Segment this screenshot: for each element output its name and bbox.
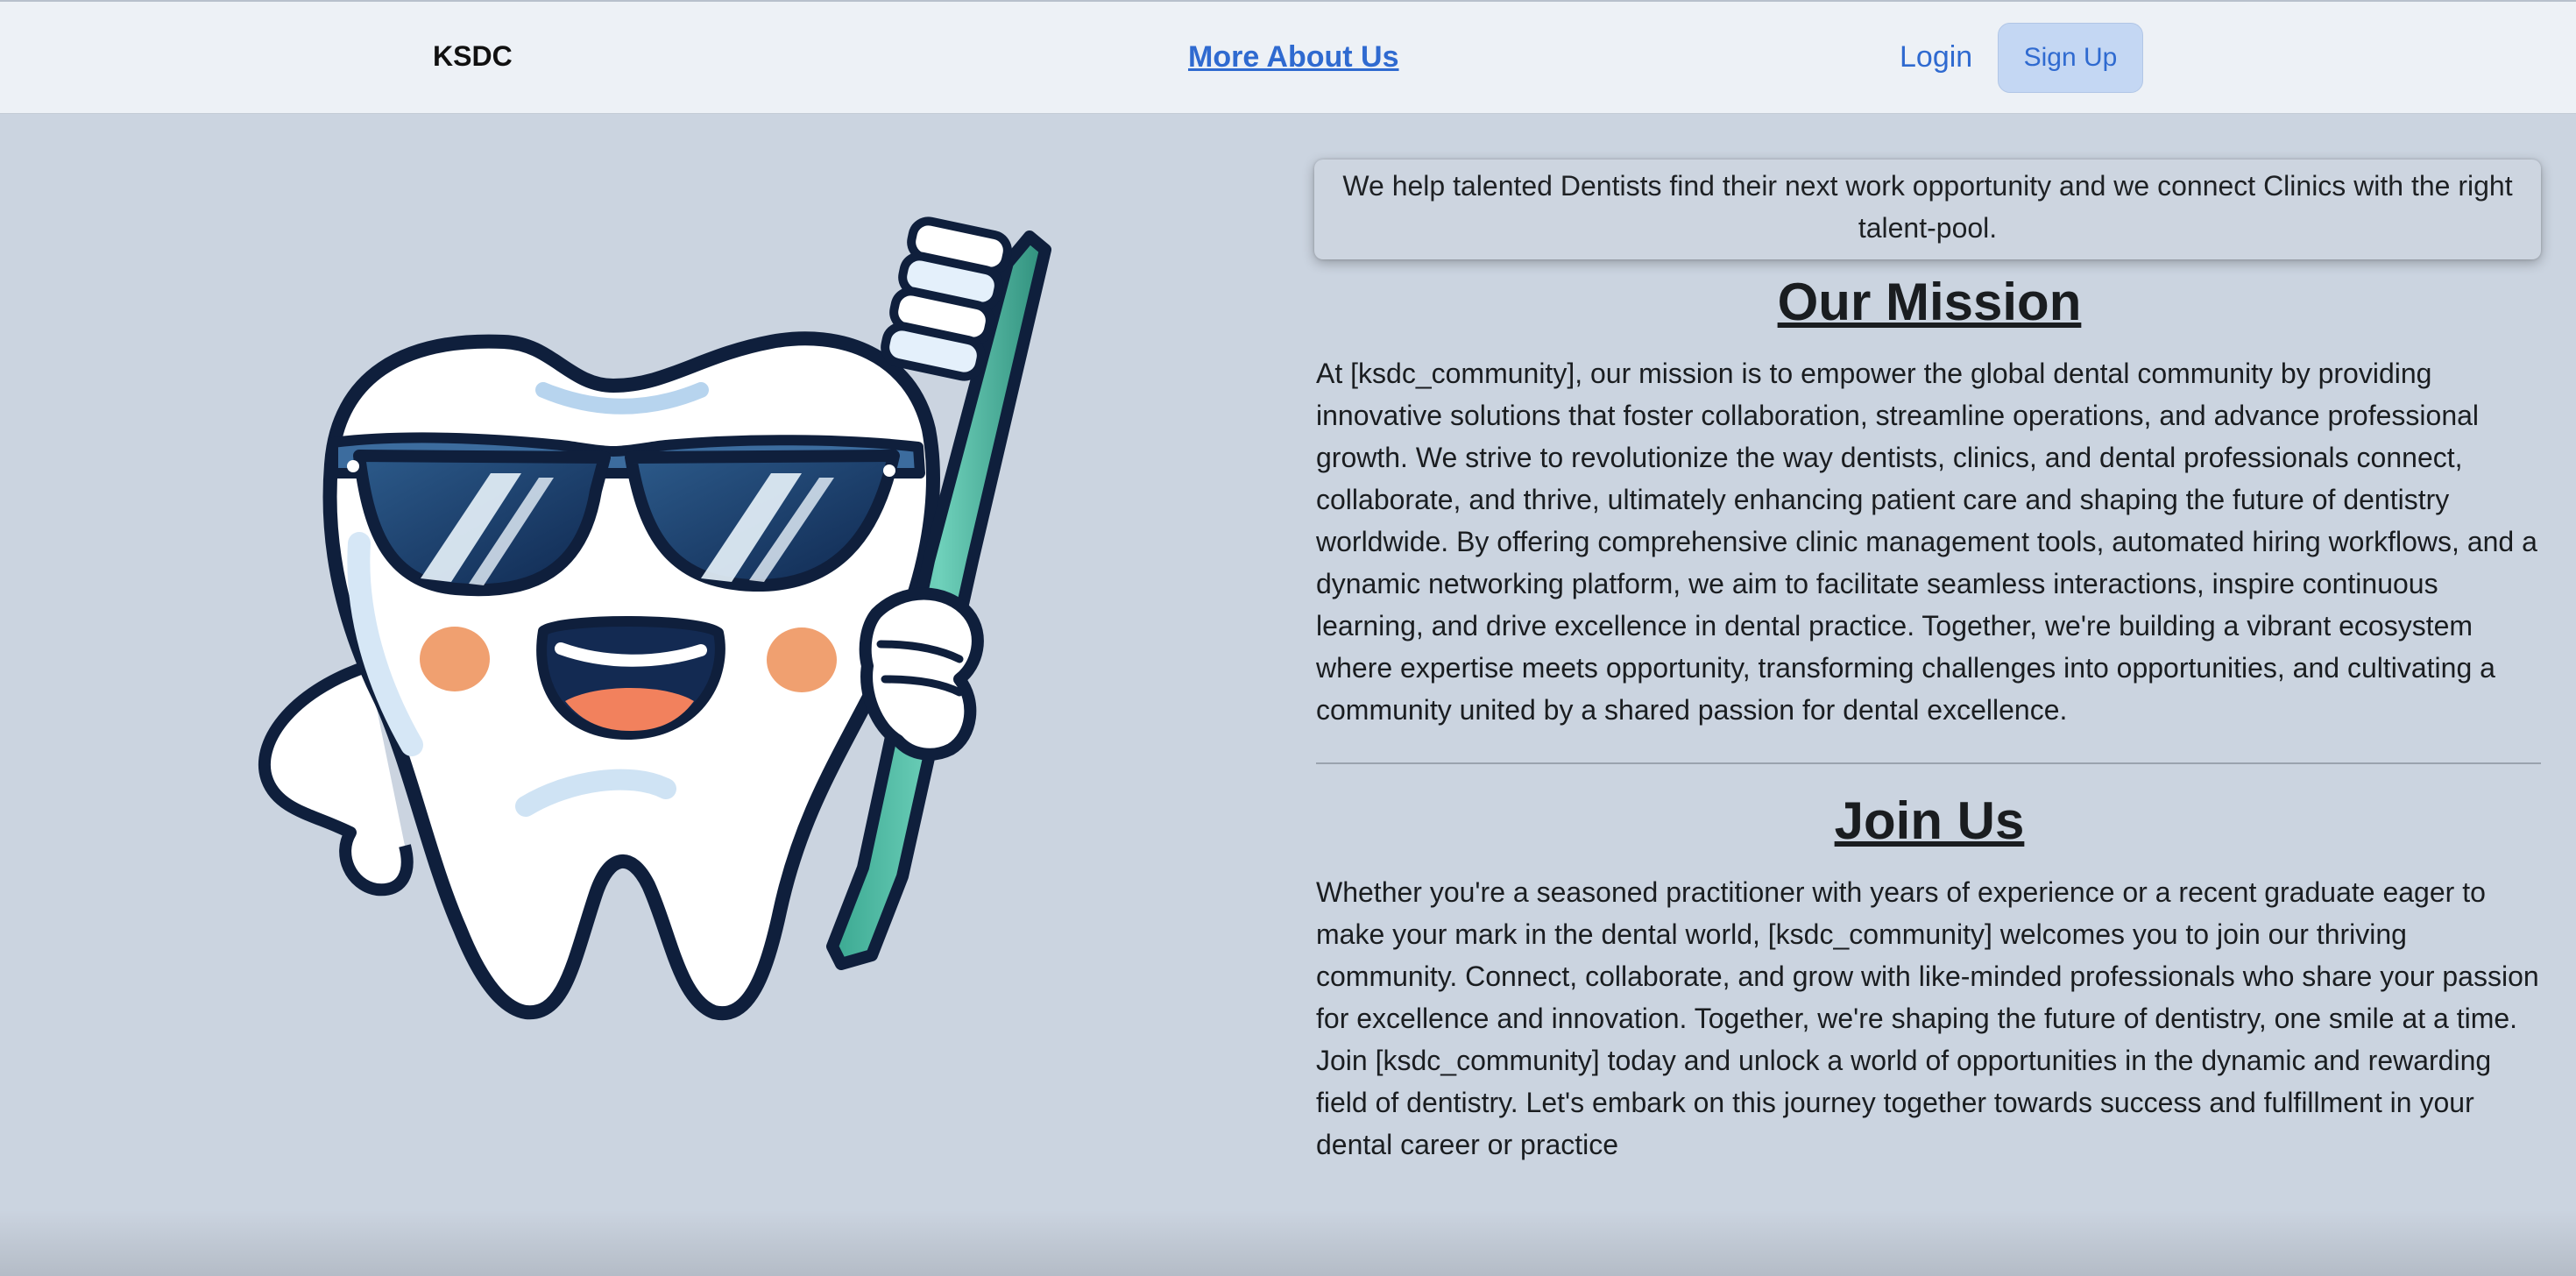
- tooth-mascot-icon: [258, 216, 1051, 1021]
- sign-up-button[interactable]: Sign Up: [1998, 23, 2143, 93]
- mission-title: Our Mission: [1777, 273, 2082, 331]
- tooth-mascot-illustration: [245, 210, 1060, 1034]
- section-divider: [1316, 762, 2541, 764]
- join-title: Join Us: [1834, 791, 2025, 850]
- more-about-us-link[interactable]: More About Us: [1188, 40, 1399, 74]
- join-paragraph: Whether you're a seasoned practitioner w…: [1316, 876, 2539, 1160]
- mission-paragraph: At [ksdc_community], our mission is to e…: [1316, 358, 2537, 726]
- join-section: Join Us: [1316, 790, 2543, 851]
- tagline-text: We help talented Dentists find their nex…: [1342, 170, 2513, 244]
- navbar: KSDC More About Us Login Sign Up: [0, 0, 2576, 114]
- mission-section: Our Mission: [1316, 272, 2543, 332]
- login-link[interactable]: Login: [1900, 40, 1972, 74]
- page-bottom-shadow: [0, 1209, 2576, 1276]
- brand-logo[interactable]: KSDC: [433, 40, 513, 73]
- tagline-banner: We help talented Dentists find their nex…: [1314, 160, 2541, 259]
